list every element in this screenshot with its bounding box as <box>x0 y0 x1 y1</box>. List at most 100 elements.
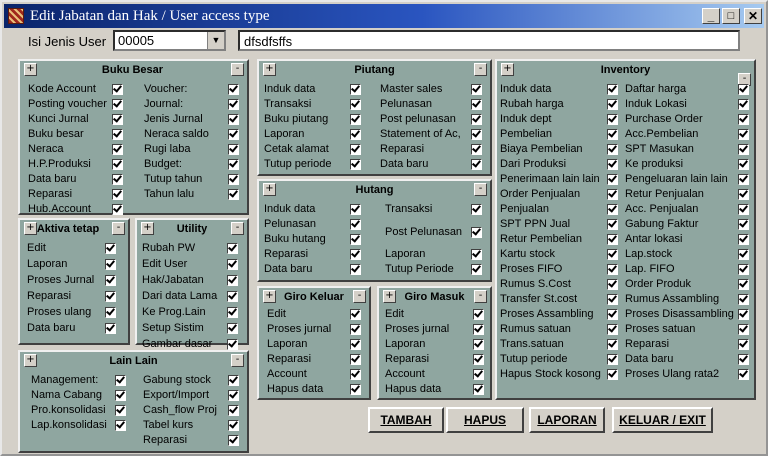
hutang-item-checkbox[interactable] <box>350 204 361 215</box>
inventory-item-checkbox[interactable] <box>738 279 749 290</box>
inventory-item-checkbox[interactable] <box>607 174 618 185</box>
bukubesar-item-checkbox[interactable] <box>112 84 123 95</box>
inventory-item-checkbox[interactable] <box>607 354 618 365</box>
aktiva-item-checkbox[interactable] <box>105 259 116 270</box>
piutang-item-checkbox[interactable] <box>471 144 482 155</box>
inventory-item-checkbox[interactable] <box>607 234 618 245</box>
piutang-item-checkbox[interactable] <box>471 114 482 125</box>
inventory-item-checkbox[interactable] <box>607 294 618 305</box>
girokeluar-item-checkbox[interactable] <box>350 324 361 335</box>
minimize-button[interactable]: _ <box>702 8 720 24</box>
inventory-item-checkbox[interactable] <box>607 324 618 335</box>
inventory-item-checkbox[interactable] <box>738 354 749 365</box>
girokeluar-item-checkbox[interactable] <box>350 384 361 395</box>
inventory-item-checkbox[interactable] <box>607 309 618 320</box>
hutang-item-checkbox[interactable] <box>471 227 482 238</box>
hutang-item-checkbox[interactable] <box>350 264 361 275</box>
girokeluar-item-checkbox[interactable] <box>350 339 361 350</box>
lainlain-item-checkbox[interactable] <box>115 420 126 431</box>
utility-item-checkbox[interactable] <box>227 275 238 286</box>
laporan-button[interactable]: LAPORAN <box>529 407 605 433</box>
hutang-item-checkbox[interactable] <box>350 219 361 230</box>
giromasuk-item-checkbox[interactable] <box>473 384 484 395</box>
girokeluar-item-checkbox[interactable] <box>350 354 361 365</box>
piutang-item-checkbox[interactable] <box>350 129 361 140</box>
giromasuk-item-checkbox[interactable] <box>473 324 484 335</box>
lainlain-item-checkbox[interactable] <box>228 375 239 386</box>
inventory-item-checkbox[interactable] <box>607 369 618 380</box>
inventory-item-checkbox[interactable] <box>607 114 618 125</box>
utility-item-checkbox[interactable] <box>227 259 238 270</box>
piutang-item-checkbox[interactable] <box>350 159 361 170</box>
lainlain-item-checkbox[interactable] <box>228 420 239 431</box>
inventory-item-checkbox[interactable] <box>607 249 618 260</box>
piutang-item-checkbox[interactable] <box>350 144 361 155</box>
bukubesar-item-checkbox[interactable] <box>112 129 123 140</box>
inventory-item-checkbox[interactable] <box>607 219 618 230</box>
bukubesar-item-checkbox[interactable] <box>112 204 123 215</box>
inventory-item-checkbox[interactable] <box>738 324 749 335</box>
inventory-item-checkbox[interactable] <box>738 99 749 110</box>
inventory-item-checkbox[interactable] <box>607 159 618 170</box>
hapus-button[interactable]: HAPUS <box>446 407 524 433</box>
hutang-item-checkbox[interactable] <box>350 234 361 245</box>
piutang-item-checkbox[interactable] <box>471 159 482 170</box>
bukubesar-item-checkbox[interactable] <box>228 84 239 95</box>
inventory-item-checkbox[interactable] <box>607 189 618 200</box>
inventory-item-checkbox[interactable] <box>607 99 618 110</box>
bukubesar-item-checkbox[interactable] <box>112 159 123 170</box>
inventory-item-checkbox[interactable] <box>607 129 618 140</box>
piutang-item-checkbox[interactable] <box>471 84 482 95</box>
bukubesar-item-checkbox[interactable] <box>228 129 239 140</box>
bukubesar-item-checkbox[interactable] <box>112 144 123 155</box>
bukubesar-item-checkbox[interactable] <box>228 189 239 200</box>
inventory-item-checkbox[interactable] <box>738 144 749 155</box>
utility-item-checkbox[interactable] <box>227 339 238 350</box>
hutang-item-checkbox[interactable] <box>350 249 361 260</box>
girokeluar-item-checkbox[interactable] <box>350 309 361 320</box>
close-button[interactable]: ✕ <box>744 8 762 24</box>
inventory-item-checkbox[interactable] <box>738 219 749 230</box>
inventory-item-checkbox[interactable] <box>738 129 749 140</box>
inventory-item-checkbox[interactable] <box>738 234 749 245</box>
aktiva-item-checkbox[interactable] <box>105 275 116 286</box>
lainlain-item-checkbox[interactable] <box>228 390 239 401</box>
bukubesar-item-checkbox[interactable] <box>228 114 239 125</box>
aktiva-item-checkbox[interactable] <box>105 323 116 334</box>
inventory-item-checkbox[interactable] <box>738 204 749 215</box>
inventory-item-checkbox[interactable] <box>607 339 618 350</box>
utility-item-checkbox[interactable] <box>227 243 238 254</box>
bukubesar-item-checkbox[interactable] <box>112 114 123 125</box>
inventory-item-checkbox[interactable] <box>738 159 749 170</box>
girokeluar-item-checkbox[interactable] <box>350 369 361 380</box>
inventory-item-checkbox[interactable] <box>738 294 749 305</box>
inventory-item-checkbox[interactable] <box>607 264 618 275</box>
aktiva-item-checkbox[interactable] <box>105 307 116 318</box>
hutang-item-checkbox[interactable] <box>471 264 482 275</box>
bukubesar-item-checkbox[interactable] <box>112 174 123 185</box>
utility-item-checkbox[interactable] <box>227 323 238 334</box>
lainlain-item-checkbox[interactable] <box>228 405 239 416</box>
title-bar[interactable]: Edit Jabatan dan Hak / User access type … <box>4 4 764 28</box>
inventory-item-checkbox[interactable] <box>607 204 618 215</box>
inventory-item-checkbox[interactable] <box>607 84 618 95</box>
aktiva-item-checkbox[interactable] <box>105 291 116 302</box>
inventory-item-checkbox[interactable] <box>738 309 749 320</box>
utility-item-checkbox[interactable] <box>227 307 238 318</box>
inventory-item-checkbox[interactable] <box>738 264 749 275</box>
giromasuk-item-checkbox[interactable] <box>473 339 484 350</box>
piutang-item-checkbox[interactable] <box>471 99 482 110</box>
inventory-item-checkbox[interactable] <box>738 84 749 95</box>
lainlain-item-checkbox[interactable] <box>115 405 126 416</box>
maximize-button[interactable]: □ <box>722 8 740 24</box>
inventory-item-checkbox[interactable] <box>607 279 618 290</box>
bukubesar-item-checkbox[interactable] <box>112 99 123 110</box>
piutang-item-checkbox[interactable] <box>471 129 482 140</box>
bukubesar-item-checkbox[interactable] <box>228 144 239 155</box>
bukubesar-item-checkbox[interactable] <box>228 159 239 170</box>
piutang-item-checkbox[interactable] <box>350 84 361 95</box>
lainlain-item-checkbox[interactable] <box>228 435 239 446</box>
inventory-item-checkbox[interactable] <box>738 114 749 125</box>
utility-item-checkbox[interactable] <box>227 291 238 302</box>
hutang-item-checkbox[interactable] <box>471 204 482 215</box>
